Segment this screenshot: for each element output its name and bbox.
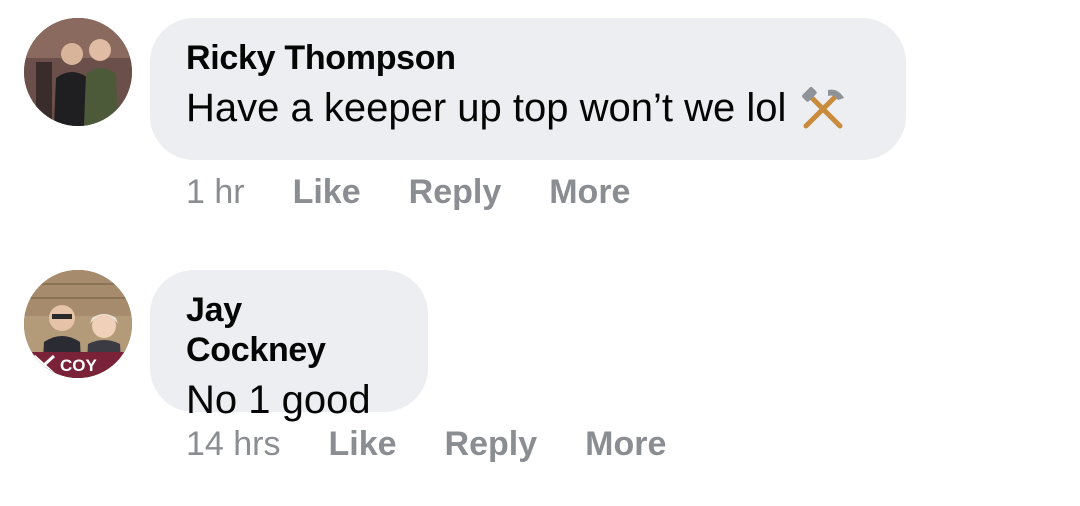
comment-timestamp[interactable]: 14 hrs <box>186 424 281 464</box>
avatar[interactable] <box>24 18 132 126</box>
like-button[interactable]: Like <box>329 424 397 464</box>
comment-actions: 14 hrs Like Reply More <box>186 424 714 464</box>
avatar[interactable]: COY <box>24 270 132 378</box>
comment-timestamp[interactable]: 1 hr <box>186 172 245 212</box>
comment-text-row: Have a keeper up top won’t we lol <box>186 84 868 132</box>
comment-author[interactable]: Ricky Thompson <box>186 38 868 78</box>
comment-bubble: Jay Cockney No 1 good <box>150 270 428 422</box>
reply-button[interactable]: Reply <box>409 172 502 212</box>
like-button[interactable]: Like <box>293 172 361 212</box>
comment-text: No 1 good <box>186 378 371 422</box>
reply-button[interactable]: Reply <box>445 424 538 464</box>
comment-text-row: No 1 good <box>186 376 390 424</box>
comment-author[interactable]: Jay Cockney <box>186 290 390 370</box>
more-button[interactable]: More <box>549 172 630 212</box>
comment-bubble: Ricky Thompson Have a keeper up top won’… <box>150 18 906 160</box>
avatar-overlay-text: COY <box>60 356 98 375</box>
comment-actions: 1 hr Like Reply More <box>186 172 678 212</box>
comment-text: Have a keeper up top won’t we lol <box>186 86 787 130</box>
hammer-and-pick-icon <box>798 86 848 130</box>
more-button[interactable]: More <box>585 424 666 464</box>
comments-thread: Ricky Thompson Have a keeper up top won’… <box>0 0 1080 506</box>
